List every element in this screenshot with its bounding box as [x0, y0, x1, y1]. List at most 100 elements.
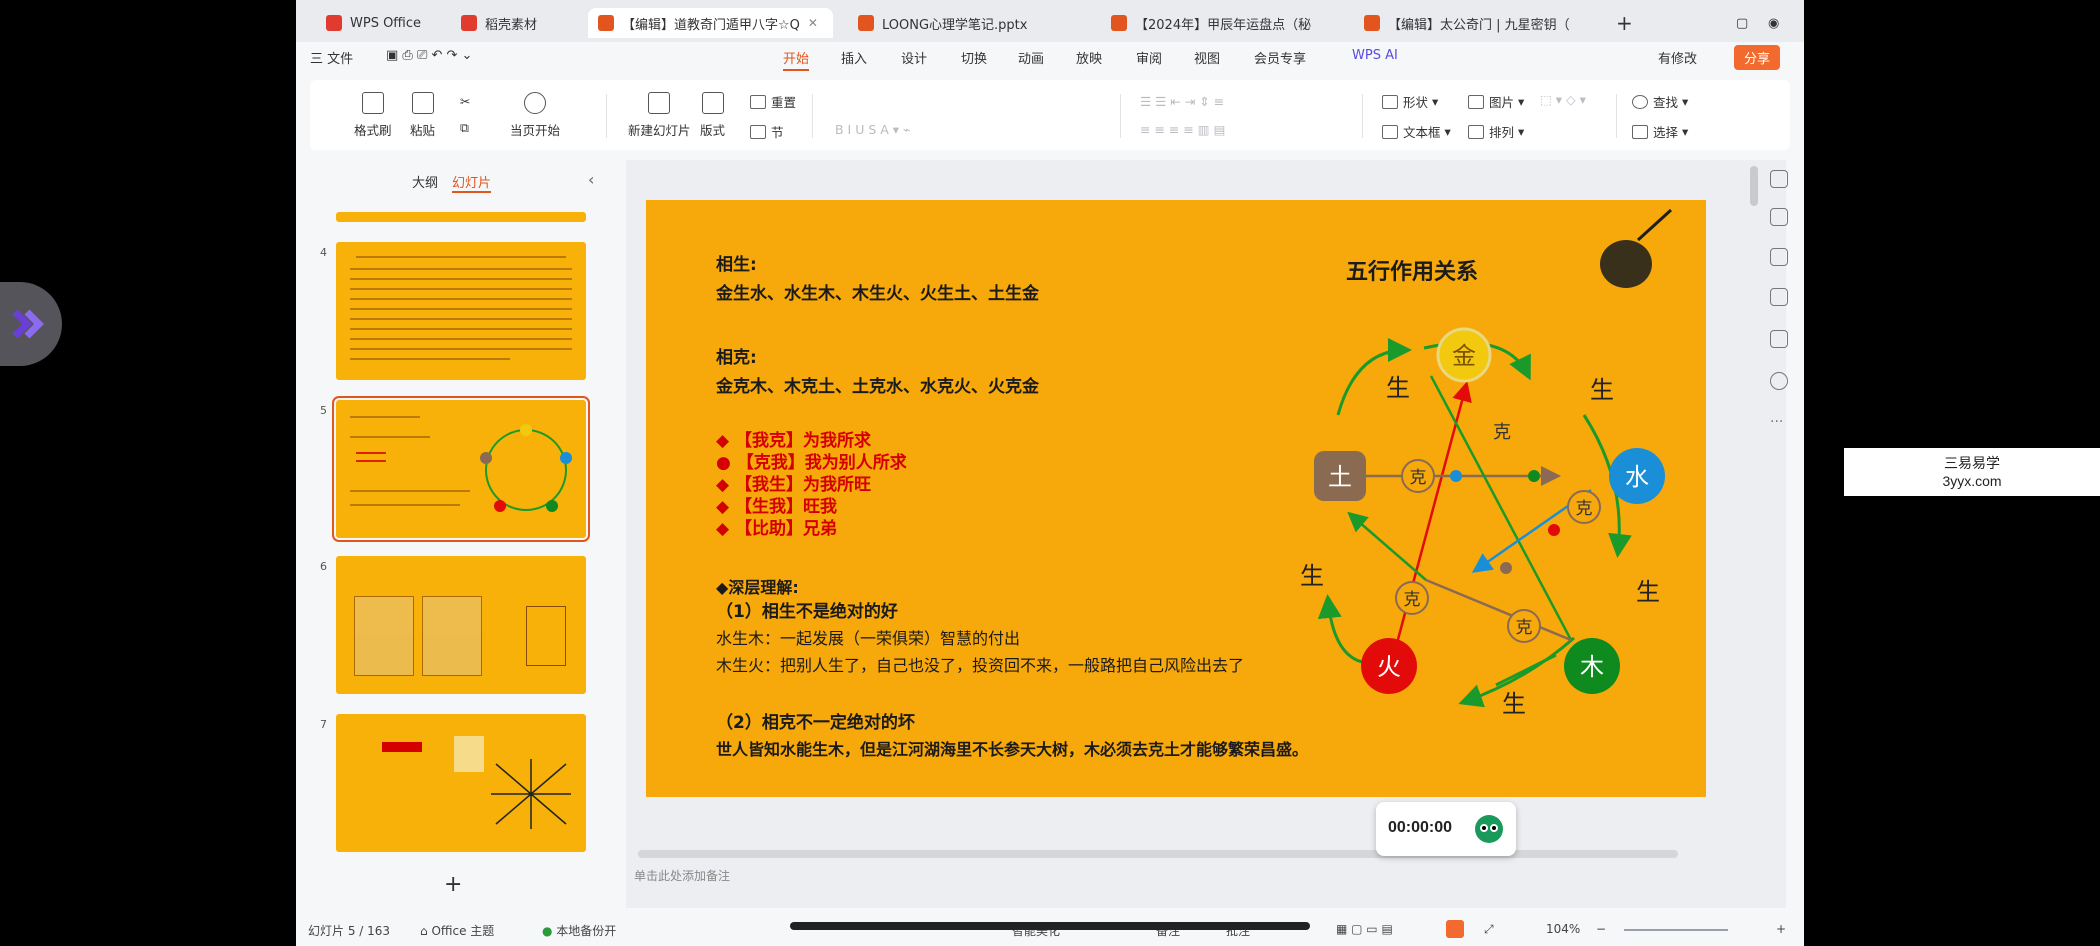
menu-insert[interactable]: 插入	[841, 48, 867, 67]
fit-icon[interactable]: ⤢	[1484, 922, 1494, 937]
floating-assist-button[interactable]	[0, 282, 62, 366]
slide-thumbnail-5-selected[interactable]	[332, 396, 590, 542]
find-button[interactable]: 查找 ▾	[1632, 92, 1688, 111]
history-icon[interactable]	[1770, 372, 1788, 390]
star-icon[interactable]	[1770, 248, 1788, 266]
font-format-tools[interactable]: B I U S A ▾ ⌁	[835, 122, 911, 137]
point1-line1: 水生木：一起发展（一荣俱荣）智慧的付出	[716, 629, 1021, 648]
menu-design[interactable]: 设计	[901, 48, 927, 67]
tab-label: 稻壳素材	[485, 17, 538, 33]
copy-icon[interactable]	[1770, 288, 1788, 306]
textbox-icon	[1382, 124, 1398, 139]
new-slide-button[interactable]: 新建幻灯片	[628, 92, 691, 139]
tab-taigong[interactable]: 【编辑】太公奇门 | 九星密钥（	[1364, 8, 1594, 38]
zoom-level[interactable]: 104%	[1546, 922, 1580, 936]
horizontal-scrollbar[interactable]	[638, 850, 1678, 858]
select-button[interactable]: 选择 ▾	[1632, 122, 1688, 141]
current-slide[interactable]: 相生: 金生水、水生木、木生火、火生土、土生金 相克: 金克木、木克土、土克水、…	[646, 200, 1706, 797]
layout-icon	[701, 92, 724, 114]
menu-member[interactable]: 会员专享	[1254, 48, 1306, 67]
select-icon	[1632, 124, 1648, 139]
ink-decoration	[1600, 240, 1652, 288]
menu-start[interactable]: 开始	[783, 48, 810, 71]
sheng-text: 金生水、水生木、木生火、火生土、土生金	[716, 284, 1039, 304]
menu-review[interactable]: 审阅	[1136, 48, 1162, 67]
format-painter-button[interactable]: 格式刷	[354, 92, 392, 139]
collapse-chevron-icon[interactable]: ‹	[588, 170, 594, 189]
slideshow-play-icon[interactable]	[1446, 920, 1464, 938]
divider	[606, 94, 607, 138]
close-icon[interactable]: ✕	[808, 16, 818, 30]
reset-button[interactable]: 重置	[750, 92, 796, 111]
zoom-out-icon[interactable]: −	[1596, 922, 1606, 936]
thumbnail-diagram	[480, 424, 572, 512]
copy-icon[interactable]: ⧉	[460, 120, 469, 136]
sheng-label-3: 生	[1636, 578, 1660, 606]
share-button[interactable]: 分享	[1734, 45, 1781, 70]
ppt-file-icon	[598, 15, 614, 31]
arrange-button[interactable]: 排列 ▾	[1468, 122, 1524, 141]
notes-placeholder[interactable]: 单击此处添加备注	[634, 867, 730, 884]
tab-loong[interactable]: LOONG心理学笔记.pptx	[858, 8, 1078, 38]
modified-indicator[interactable]: 有修改	[1658, 48, 1697, 67]
tab-docer[interactable]: 稻壳素材	[461, 8, 571, 38]
shape-button[interactable]: 形状 ▾	[1382, 92, 1438, 111]
tab-2024[interactable]: 【2024年】甲辰年运盘点（秘	[1111, 8, 1331, 38]
slide-number: 5	[320, 404, 327, 417]
sheng-label-5: 生	[1300, 562, 1324, 590]
menu-view[interactable]: 视图	[1194, 48, 1220, 67]
wps-ai-button[interactable]: WPS AI	[1352, 48, 1398, 63]
more-icon[interactable]: ···	[1770, 414, 1783, 430]
paragraph-tools-row1[interactable]: ☰ ☰ ⇤ ⇥ ⇕ ≡	[1140, 94, 1224, 109]
layout-button[interactable]: 版式	[700, 92, 725, 139]
mascot-icon	[1475, 815, 1503, 843]
slide-thumbnail-3[interactable]	[336, 212, 586, 222]
clipboard-icon	[411, 92, 434, 114]
start-from-current-button[interactable]: 当页开始	[510, 92, 560, 139]
zoom-slider[interactable]	[1624, 929, 1728, 931]
paste-button[interactable]: 粘贴	[410, 92, 435, 139]
slide-thumbnail-6[interactable]	[336, 556, 586, 694]
watermark-line-2: 3yyx.com	[1942, 473, 2002, 489]
backup-status[interactable]: ● 本地备份开	[542, 922, 616, 939]
ke-label-4: 克	[1404, 590, 1421, 610]
tab-slides[interactable]: 幻灯片	[452, 172, 492, 193]
play-icon	[524, 92, 546, 114]
home-indicator[interactable]	[790, 922, 1310, 930]
slide-thumbnail-4[interactable]	[336, 242, 586, 380]
new-tab-button[interactable]: +	[1616, 8, 1633, 38]
window-restore-icon[interactable]: ▢	[1736, 8, 1748, 38]
quick-access-toolbar[interactable]: ▣ ⎙ ⎚ ↶ ↷ ⌄	[386, 48, 472, 63]
watermark: 三易易学 3yyx.com	[1844, 448, 2100, 496]
expand-icon[interactable]	[1770, 170, 1788, 188]
picture-button[interactable]: 图片 ▾	[1468, 92, 1524, 111]
divider	[1120, 94, 1121, 138]
menu-animation[interactable]: 动画	[1018, 48, 1044, 67]
textbox-button[interactable]: 文本框 ▾	[1382, 122, 1451, 141]
recording-timer[interactable]: 00:00:00	[1376, 802, 1516, 856]
slide-thumbnail-panel: 大纲 幻灯片 ‹ 4 5 6 7 +	[296, 160, 616, 908]
theme-label[interactable]: ⌂ Office 主题	[420, 922, 494, 939]
adjust-icon[interactable]	[1770, 208, 1788, 226]
menu-slideshow[interactable]: 放映	[1076, 48, 1102, 67]
settings-icon[interactable]: ◉	[1768, 8, 1779, 38]
view-buttons[interactable]: ▦ ▢ ▭ ▤	[1336, 922, 1393, 936]
tab-active-doc[interactable]: 【编辑】道教奇门遁甲八字☆Q ✕	[588, 8, 833, 38]
vertical-scrollbar[interactable]	[1750, 166, 1758, 206]
image-icon[interactable]	[1770, 330, 1788, 348]
tab-wps-office[interactable]: WPS Office	[326, 8, 436, 38]
fill-tools[interactable]: ⬚ ▾ ◇ ▾	[1540, 92, 1586, 107]
cut-icon[interactable]: ✂	[460, 94, 470, 109]
search-icon	[1632, 94, 1648, 109]
right-sidebar: ···	[1760, 170, 1800, 470]
add-slide-button[interactable]: +	[444, 872, 462, 897]
slide-thumbnail-7[interactable]	[336, 714, 586, 852]
zoom-in-icon[interactable]: +	[1776, 922, 1786, 936]
menu-transition[interactable]: 切换	[961, 48, 987, 67]
section-icon	[750, 124, 766, 139]
section-button[interactable]: 节	[750, 122, 784, 141]
file-menu[interactable]: 三 文件	[310, 48, 353, 67]
paragraph-tools-row2[interactable]: ≡ ≡ ≡ ≡ ▥ ▤	[1140, 122, 1225, 137]
divider	[1362, 94, 1363, 138]
tab-outline[interactable]: 大纲	[412, 172, 438, 191]
